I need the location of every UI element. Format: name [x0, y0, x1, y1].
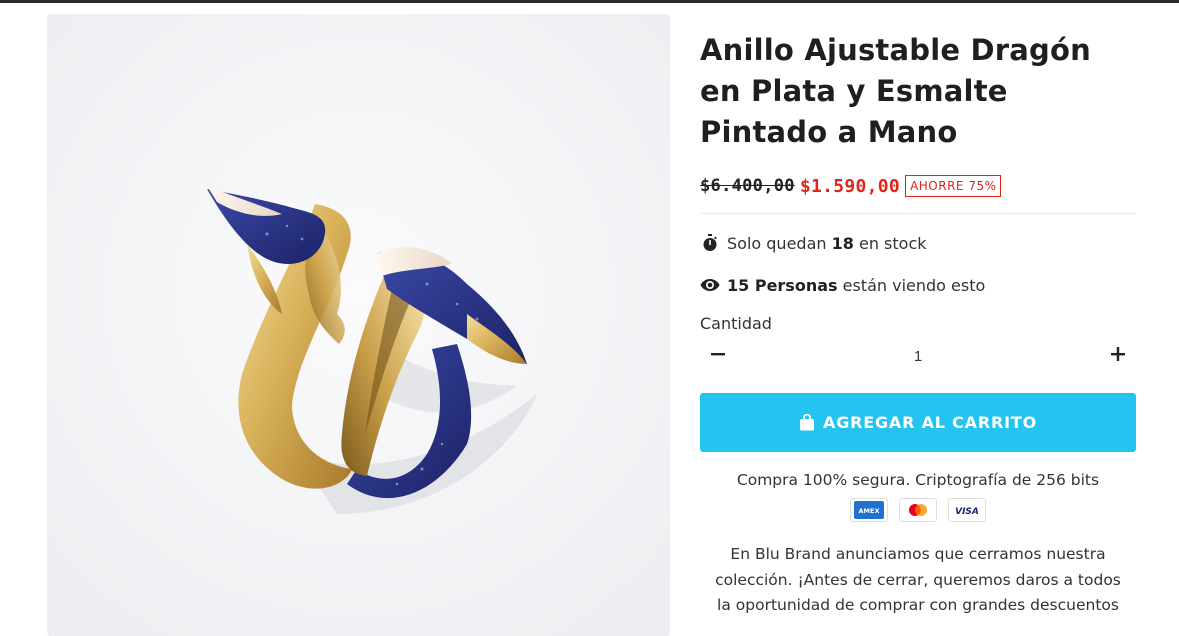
price-row: $6.400,00 $1.590,00 AHORRE 75% — [700, 173, 1136, 199]
visa-card-icon: VISA — [948, 498, 986, 522]
sale-price: $1.590,00 — [799, 175, 901, 197]
plus-icon — [1110, 346, 1126, 366]
add-to-cart-label: AGREGAR AL CARRITO — [823, 413, 1037, 432]
stopwatch-icon — [700, 233, 720, 253]
quantity-stepper — [700, 343, 1136, 369]
description-line: la oportunidad de comprar con grandes de… — [717, 596, 1119, 614]
product-info: Anillo Ajustable Dragón en Plata y Esmal… — [700, 30, 1136, 619]
shopping-bag-icon — [799, 414, 815, 431]
product-title-line: Pintado a Mano — [700, 115, 958, 149]
compare-at-price: $6.400,00 — [700, 176, 795, 196]
amex-card-icon: AMEX — [850, 498, 888, 522]
viewers-indicator: 15 Personas están viendo esto — [700, 272, 1136, 298]
product-image[interactable] — [47, 14, 670, 636]
savings-badge: AHORRE 75% — [905, 175, 1002, 197]
viewers-suffix: están viendo esto — [842, 275, 986, 295]
product-title: Anillo Ajustable Dragón en Plata y Esmal… — [700, 30, 1136, 153]
stock-count: 18 — [831, 233, 854, 253]
increment-button[interactable] — [1100, 343, 1136, 369]
divider — [700, 213, 1136, 214]
ring-illustration — [47, 14, 670, 636]
svg-text:VISA: VISA — [955, 507, 979, 517]
stock-prefix: Solo quedan — [727, 233, 827, 253]
product-description: En Blu Brand anunciamos que cerramos nue… — [700, 542, 1136, 619]
quantity-label: Cantidad — [700, 314, 772, 333]
product-title-line: Anillo Ajustable Dragón — [700, 33, 1091, 67]
minus-icon — [710, 346, 726, 366]
product-title-line: en Plata y Esmalte — [700, 74, 1008, 108]
description-line: colección. ¡Antes de cerrar, queremos da… — [715, 570, 1121, 589]
secure-purchase-text: Compra 100% segura. Criptografía de 256 … — [736, 471, 1100, 489]
viewers-count: 15 Personas — [727, 275, 838, 295]
stock-suffix: en stock — [858, 233, 927, 253]
mastercard-card-icon — [899, 498, 937, 522]
quantity-input[interactable] — [736, 347, 1100, 365]
svg-text:AMEX: AMEX — [859, 507, 880, 515]
decrement-button[interactable] — [700, 343, 736, 369]
top-border — [0, 0, 1179, 3]
eye-icon — [700, 275, 720, 295]
description-line: En Blu Brand anunciamos que cerramos nue… — [730, 545, 1106, 563]
add-to-cart-button[interactable]: AGREGAR AL CARRITO — [700, 393, 1136, 452]
stock-indicator: Solo quedan 18 en stock — [700, 230, 1136, 256]
payment-methods: AMEX VISA — [700, 498, 1136, 522]
